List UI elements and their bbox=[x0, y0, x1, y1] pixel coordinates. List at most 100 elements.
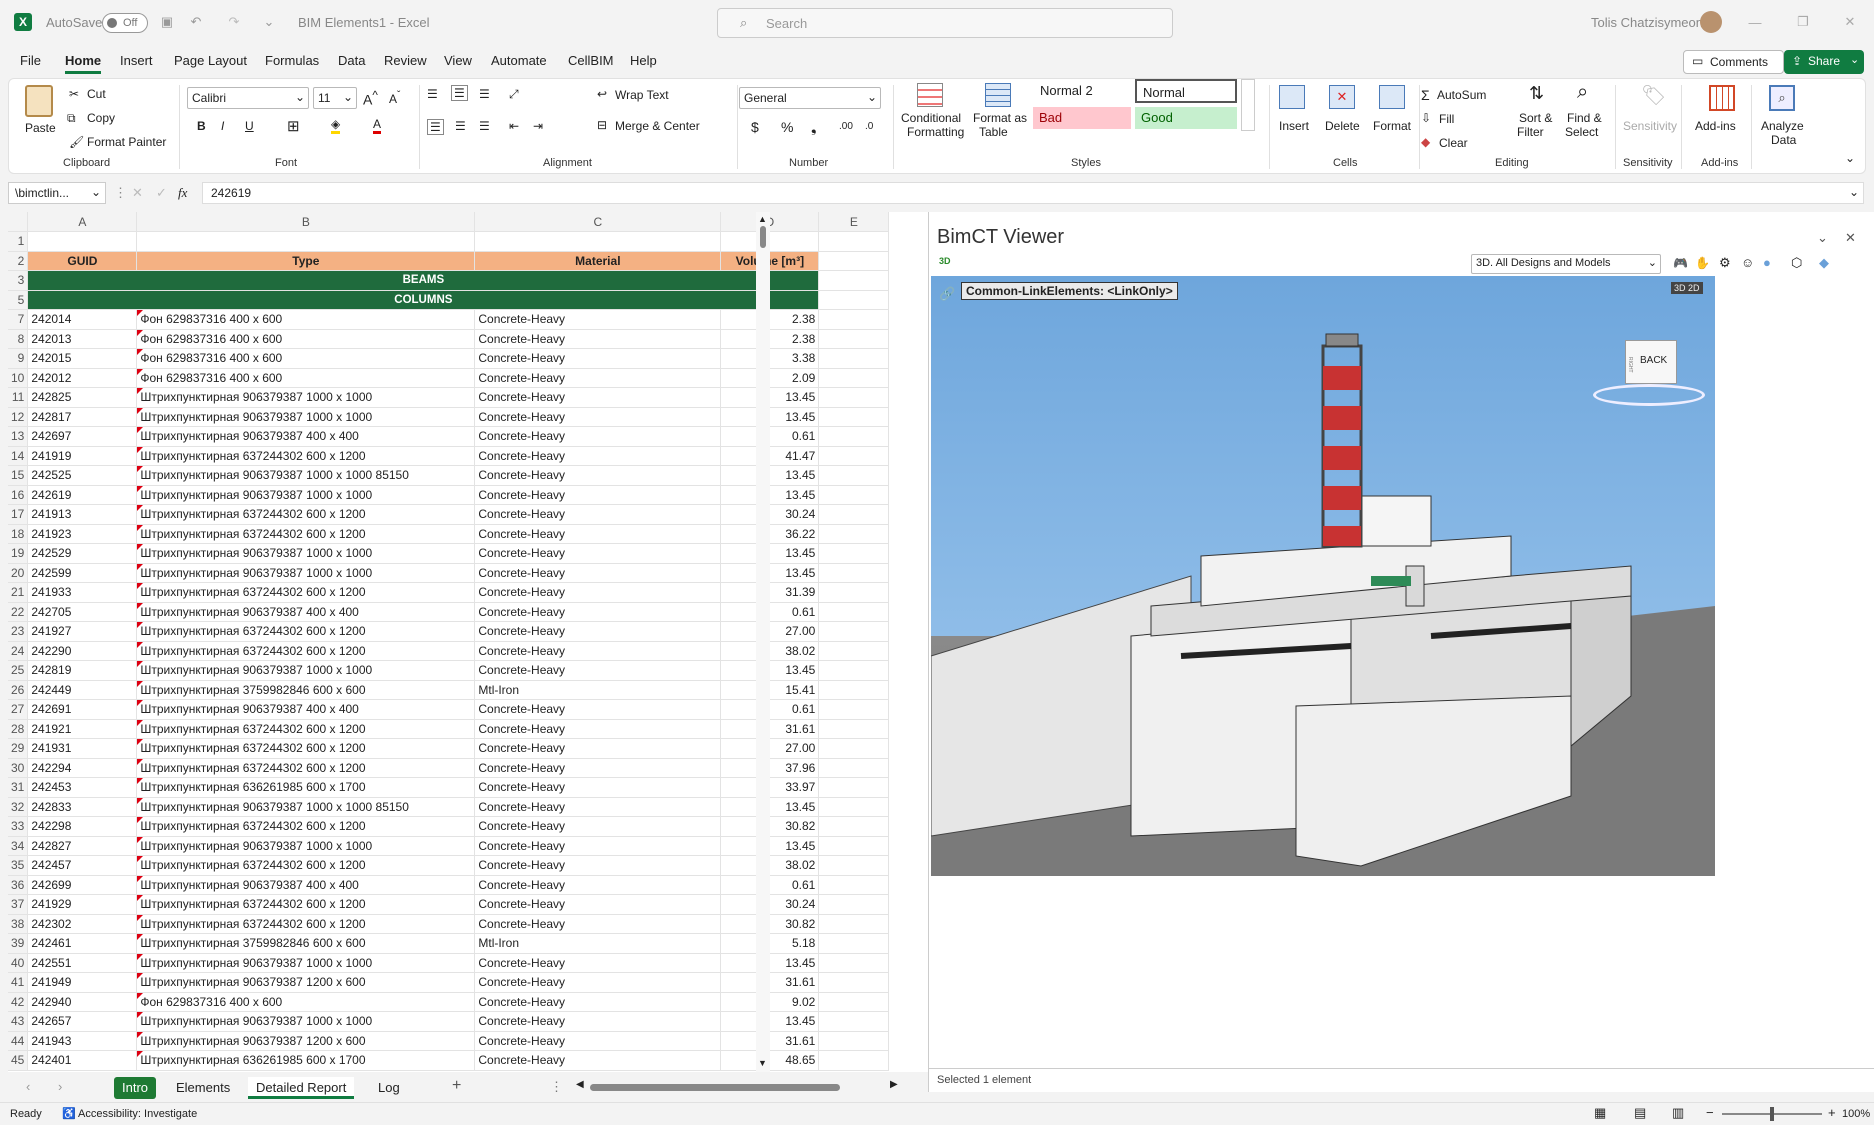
material-cell[interactable]: Concrete-Heavy bbox=[474, 524, 722, 544]
guid-cell[interactable]: 241933 bbox=[27, 582, 138, 603]
format-cells-icon[interactable] bbox=[1379, 85, 1405, 109]
type-cell[interactable]: Штрихпунктирная 906379387 400 x 400 bbox=[136, 875, 476, 895]
increase-font-icon[interactable]: A^ bbox=[363, 89, 378, 108]
type-cell[interactable]: Штрихпунктирная 637244302 600 x 1200 bbox=[136, 855, 476, 876]
type-cell[interactable]: Штрихпунктирная 906379387 400 x 400 bbox=[136, 602, 476, 622]
decrease-font-icon[interactable]: Aˇ bbox=[389, 90, 400, 106]
material-cell[interactable]: Concrete-Heavy bbox=[474, 309, 722, 330]
align-right-icon[interactable]: ☰ bbox=[479, 119, 490, 133]
cell[interactable] bbox=[136, 231, 476, 252]
guid-cell[interactable]: 242817 bbox=[27, 407, 138, 427]
row-header[interactable]: 35 bbox=[8, 855, 29, 876]
decrease-indent-icon[interactable]: ⇤ bbox=[509, 119, 519, 133]
bold-icon[interactable]: B bbox=[197, 119, 206, 133]
borders-icon[interactable]: ⊞ bbox=[287, 117, 300, 135]
column-header-e[interactable]: E bbox=[818, 212, 890, 232]
autosave-toggle[interactable]: Off bbox=[102, 13, 148, 33]
guid-cell[interactable]: 242461 bbox=[27, 933, 138, 954]
cell[interactable] bbox=[818, 621, 890, 642]
columns-group[interactable]: COLUMNS bbox=[27, 290, 820, 310]
guid-cell[interactable]: 242825 bbox=[27, 387, 138, 408]
cell[interactable] bbox=[818, 485, 890, 505]
paste-icon[interactable] bbox=[25, 85, 53, 117]
save-icon[interactable]: ▣ bbox=[158, 13, 176, 31]
material-cell[interactable]: Concrete-Heavy bbox=[474, 446, 722, 466]
normal-view-icon[interactable]: ▦ bbox=[1594, 1105, 1606, 1121]
guid-cell[interactable]: 242827 bbox=[27, 836, 138, 856]
guid-cell[interactable]: 241913 bbox=[27, 504, 138, 525]
type-cell[interactable]: Штрихпунктирная 906379387 1000 x 1000 bbox=[136, 407, 476, 427]
guid-cell[interactable]: 242940 bbox=[27, 992, 138, 1012]
collapse-ribbon-icon[interactable]: ⌄ bbox=[1845, 151, 1855, 165]
material-cell[interactable]: Concrete-Heavy bbox=[474, 1050, 722, 1071]
autosum-icon[interactable]: Σ bbox=[1421, 87, 1430, 103]
type-cell[interactable]: Штрихпунктирная 637244302 600 x 1200 bbox=[136, 582, 476, 603]
close-icon[interactable]: ✕ bbox=[1840, 12, 1860, 32]
row-header[interactable]: 11 bbox=[8, 387, 29, 408]
type-cell[interactable]: Штрихпунктирная 3759982846 600 x 600 bbox=[136, 933, 476, 954]
worksheet-grid[interactable]: A B C D E 1 2 GUID Type Material Volume … bbox=[8, 212, 928, 1072]
type-cell[interactable]: Фон 629837316 400 x 600 bbox=[136, 348, 476, 369]
material-cell[interactable]: Concrete-Heavy bbox=[474, 816, 722, 837]
type-cell[interactable]: Штрихпунктирная 906379387 1000 x 1000 bbox=[136, 660, 476, 681]
material-cell[interactable]: Concrete-Heavy bbox=[474, 953, 722, 973]
link-icon[interactable]: 🔗 bbox=[939, 286, 955, 302]
style-good[interactable]: Good bbox=[1135, 107, 1237, 129]
row-header[interactable]: 26 bbox=[8, 680, 29, 700]
guid-cell[interactable]: 242013 bbox=[27, 329, 138, 349]
guid-cell[interactable]: 242599 bbox=[27, 563, 138, 583]
eraser-icon[interactable]: ◆ bbox=[1421, 135, 1430, 149]
merge-center-icon[interactable]: ⊟ bbox=[597, 118, 607, 132]
name-box[interactable]: \bimctlin... ⌄ bbox=[8, 182, 106, 204]
row-header[interactable]: 8 bbox=[8, 329, 29, 349]
cell[interactable] bbox=[818, 602, 890, 622]
font-size-select[interactable]: 11 ⌄ bbox=[313, 87, 357, 109]
type-cell[interactable]: Штрихпунктирная 906379387 1000 x 1000 bbox=[136, 953, 476, 973]
row-header[interactable]: 25 bbox=[8, 660, 29, 681]
material-cell[interactable]: Concrete-Heavy bbox=[474, 641, 722, 661]
tab-cellbim[interactable]: CellBIM bbox=[568, 53, 614, 68]
align-center-icon[interactable]: ☰ bbox=[455, 119, 466, 133]
wrap-text-icon[interactable]: ↩ bbox=[597, 87, 607, 101]
more-icon[interactable]: ⋮ bbox=[550, 1079, 563, 1095]
cell[interactable] bbox=[818, 524, 890, 544]
close-icon[interactable]: ✕ bbox=[1845, 230, 1856, 246]
material-cell[interactable]: Concrete-Heavy bbox=[474, 699, 722, 720]
row-header[interactable]: 22 bbox=[8, 602, 29, 622]
material-cell[interactable]: Concrete-Heavy bbox=[474, 1011, 722, 1032]
row-header[interactable]: 34 bbox=[8, 836, 29, 856]
sheet-tab-intro[interactable]: Intro bbox=[114, 1077, 157, 1099]
analyze-data-icon[interactable]: ⌕ bbox=[1769, 85, 1795, 111]
cell[interactable] bbox=[818, 543, 890, 564]
material-cell[interactable]: Concrete-Heavy bbox=[474, 407, 722, 427]
material-cell[interactable]: Concrete-Heavy bbox=[474, 602, 722, 622]
increase-indent-icon[interactable]: ⇥ bbox=[533, 119, 543, 133]
type-cell[interactable]: Штрихпунктирная 906379387 1000 x 1000 bbox=[136, 387, 476, 408]
material-cell[interactable]: Concrete-Heavy bbox=[474, 777, 722, 798]
format-cells-button[interactable]: Format bbox=[1373, 119, 1411, 133]
row-header[interactable]: 10 bbox=[8, 368, 29, 388]
find-select-button[interactable]: Find & bbox=[1567, 111, 1602, 125]
cell[interactable] bbox=[818, 348, 890, 369]
material-header[interactable]: Material bbox=[474, 250, 722, 271]
row-header[interactable]: 19 bbox=[8, 543, 29, 564]
view-cube[interactable]: RIGHT BACK bbox=[1625, 340, 1677, 384]
row-header[interactable]: 30 bbox=[8, 758, 29, 778]
type-cell[interactable]: Штрихпунктирная 906379387 1200 x 600 bbox=[136, 972, 476, 993]
cell[interactable] bbox=[818, 992, 890, 1012]
row-header[interactable]: 37 bbox=[8, 894, 29, 915]
align-bottom-icon[interactable]: ☰ bbox=[479, 87, 490, 101]
scroll-up-icon[interactable]: ▲ bbox=[758, 214, 767, 224]
row-header[interactable]: 14 bbox=[8, 446, 29, 466]
page-break-view-icon[interactable]: ▥ bbox=[1672, 1105, 1684, 1121]
type-cell[interactable]: Штрихпунктирная 906379387 1000 x 1000 bbox=[136, 563, 476, 583]
zoom-out-icon[interactable]: − bbox=[1706, 1105, 1714, 1120]
tab-review[interactable]: Review bbox=[384, 53, 427, 68]
cell[interactable] bbox=[818, 816, 890, 837]
prev-sheet-icon[interactable]: ‹ bbox=[26, 1079, 30, 1094]
material-cell[interactable]: Concrete-Heavy bbox=[474, 348, 722, 369]
type-cell[interactable]: Фон 629837316 400 x 600 bbox=[136, 368, 476, 388]
material-cell[interactable]: Concrete-Heavy bbox=[474, 719, 722, 739]
type-cell[interactable]: Штрихпунктирная 906379387 1000 x 1000 85… bbox=[136, 797, 476, 817]
material-cell[interactable]: Concrete-Heavy bbox=[474, 621, 722, 642]
